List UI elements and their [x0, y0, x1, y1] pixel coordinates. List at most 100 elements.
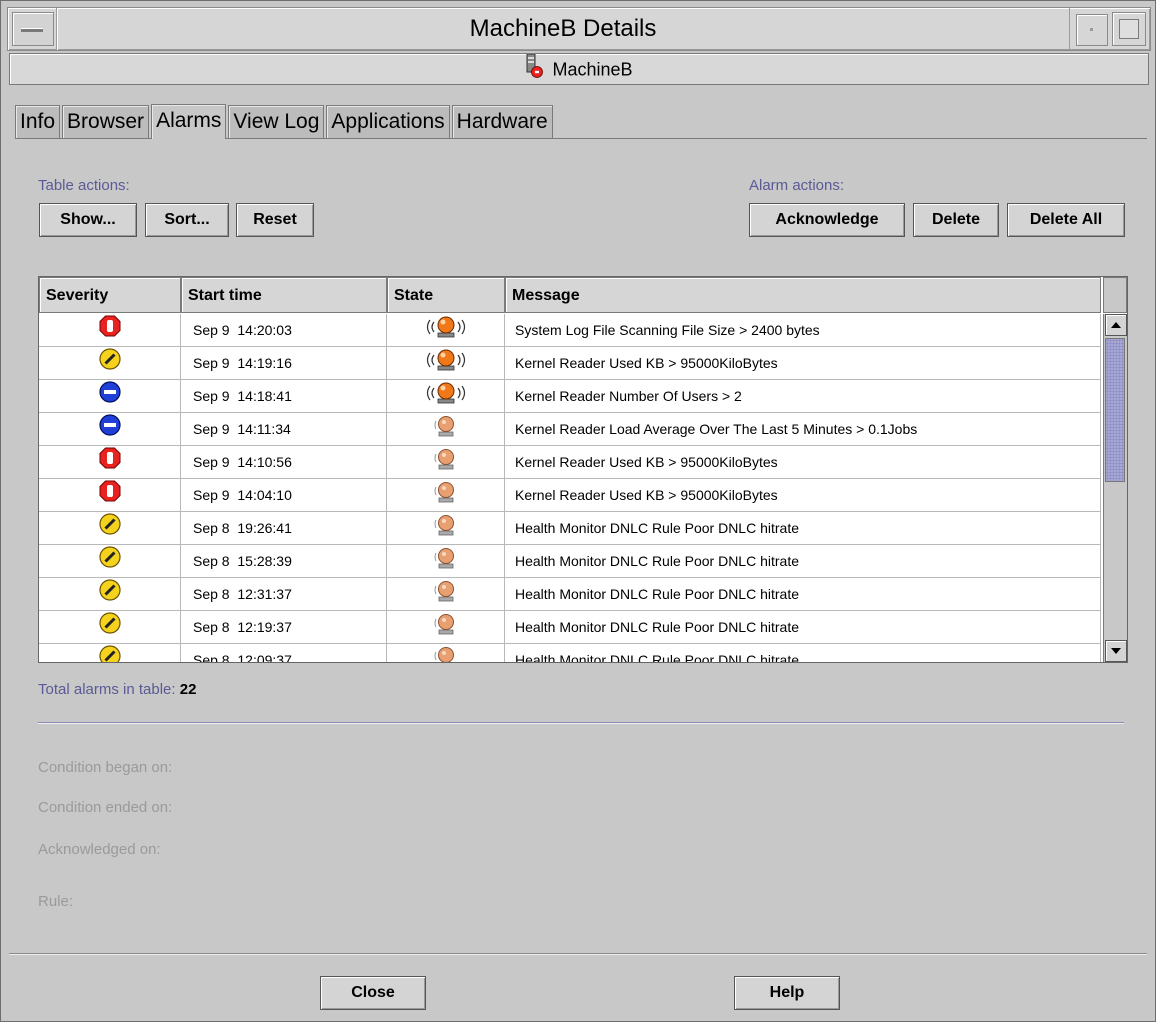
window-menu-icon — [21, 28, 43, 32]
table-row[interactable]: Sep 9 14:04:10 Kernel Reader Used KB > 95… — [39, 479, 1101, 512]
state-closed-icon — [431, 512, 461, 545]
table-row[interactable]: Sep 9 14:18:41 Kernel Reader Number Of Us… — [39, 380, 1101, 413]
reset-button[interactable]: Reset — [236, 203, 314, 237]
severity-alert-icon — [98, 347, 122, 380]
state-cell — [387, 446, 505, 479]
state-closed-icon — [431, 611, 461, 644]
scroll-thumb[interactable] — [1105, 338, 1125, 482]
start-time-cell: Sep 9 14:04:10 — [181, 479, 387, 512]
state-closed-icon — [431, 479, 461, 512]
column-header-severity[interactable]: Severity — [39, 277, 181, 313]
message-cell: Health Monitor DNLC Rule Poor DNLC hitra… — [505, 512, 1101, 545]
maximize-icon — [1119, 19, 1139, 39]
acknowledge-button[interactable]: Acknowledge — [749, 203, 905, 237]
message-cell: System Log File Scanning File Size > 240… — [505, 314, 1101, 347]
sort-button[interactable]: Sort... — [145, 203, 229, 237]
table-header: Severity Start time State Message — [39, 277, 1101, 313]
footer-divider — [9, 953, 1147, 955]
delete-button[interactable]: Delete — [913, 203, 999, 237]
condition-began-label: Condition began on: — [38, 759, 173, 776]
table-row[interactable]: Sep 9 14:11:34 Kernel Reader Load Average… — [39, 413, 1101, 446]
start-time-cell: Sep 9 14:11:34 — [181, 413, 387, 446]
message-cell: Health Monitor DNLC Rule Poor DNLC hitra… — [505, 545, 1101, 578]
message-cell: Kernel Reader Used KB > 95000KiloBytes — [505, 446, 1101, 479]
state-cell — [387, 413, 505, 446]
start-time-cell: Sep 8 12:09:37 — [181, 644, 387, 662]
server-alarm-icon — [525, 53, 544, 87]
severity-cell — [39, 644, 181, 662]
alarms-table[interactable]: Severity Start time State Message Sep 9 … — [38, 276, 1128, 663]
state-cell — [387, 380, 505, 413]
maximize-button[interactable] — [1112, 12, 1146, 46]
alarm-actions-label: Alarm actions: — [749, 177, 845, 194]
state-cell — [387, 479, 505, 512]
table-corner — [1103, 277, 1127, 313]
tab-applications[interactable]: Applications — [326, 105, 450, 138]
window-frame: MachineB Details MachineB Info Browser A… — [0, 0, 1156, 1022]
table-row[interactable]: Sep 9 14:19:16 Kernel Reader Used KB > 95… — [39, 347, 1101, 380]
column-header-start-time[interactable]: Start time — [181, 277, 387, 313]
message-cell: Kernel Reader Used KB > 95000KiloBytes — [505, 479, 1101, 512]
total-alarms-label: Total alarms in table: — [38, 681, 176, 698]
table-row[interactable]: Sep 8 12:19:37 Health Monitor DNLC Rule P… — [39, 611, 1101, 644]
state-closed-icon — [431, 578, 461, 611]
tab-bar: Info Browser Alarms View Log Application… — [15, 104, 555, 139]
help-button[interactable]: Help — [734, 976, 840, 1010]
table-row[interactable]: Sep 8 12:09:37 Health Monitor DNLC Rule P… — [39, 644, 1101, 662]
message-cell: Health Monitor DNLC Rule Poor DNLC hitra… — [505, 578, 1101, 611]
tab-info[interactable]: Info — [15, 105, 61, 138]
state-cell — [387, 512, 505, 545]
state-cell — [387, 347, 505, 380]
state-open-icon — [418, 347, 474, 380]
table-row[interactable]: Sep 8 12:31:37 Health Monitor DNLC Rule P… — [39, 578, 1101, 611]
close-button[interactable]: Close — [320, 976, 426, 1010]
message-cell: Kernel Reader Used KB > 95000KiloBytes — [505, 347, 1101, 380]
severity-cell — [39, 578, 181, 611]
start-time-cell: Sep 9 14:19:16 — [181, 347, 387, 380]
acknowledged-label: Acknowledged on: — [38, 841, 161, 858]
state-closed-icon — [431, 446, 461, 479]
tab-alarms[interactable]: Alarms — [151, 104, 227, 139]
tab-hardware[interactable]: Hardware — [451, 105, 553, 138]
table-row[interactable]: Sep 8 19:26:41 Health Monitor DNLC Rule P… — [39, 512, 1101, 545]
total-alarms: Total alarms in table: 22 — [38, 681, 196, 698]
state-cell — [387, 578, 505, 611]
column-header-message[interactable]: Message — [505, 277, 1101, 313]
severity-alert-icon — [98, 512, 122, 545]
tab-view-log[interactable]: View Log — [228, 105, 325, 138]
rule-label: Rule: — [38, 893, 74, 910]
window-title: MachineB Details — [56, 8, 1070, 50]
severity-alert-icon — [98, 578, 122, 611]
column-header-state[interactable]: State — [387, 277, 505, 313]
state-open-icon — [418, 314, 474, 347]
severity-critical-icon — [98, 479, 122, 512]
table-row[interactable]: Sep 8 15:28:39 Health Monitor DNLC Rule P… — [39, 545, 1101, 578]
delete-all-button[interactable]: Delete All — [1007, 203, 1125, 237]
start-time-cell: Sep 9 14:18:41 — [181, 380, 387, 413]
message-cell: Kernel Reader Load Average Over The Last… — [505, 413, 1101, 446]
start-time-cell: Sep 8 19:26:41 — [181, 512, 387, 545]
message-cell: Health Monitor DNLC Rule Poor DNLC hitra… — [505, 644, 1101, 662]
show-button[interactable]: Show... — [39, 203, 137, 237]
condition-ended-label: Condition ended on: — [38, 799, 173, 816]
severity-cell — [39, 479, 181, 512]
state-cell — [387, 644, 505, 662]
severity-cell — [39, 611, 181, 644]
start-time-cell: Sep 9 14:20:03 — [181, 314, 387, 347]
table-row[interactable]: Sep 9 14:10:56 Kernel Reader Used KB > 95… — [39, 446, 1101, 479]
state-cell — [387, 314, 505, 347]
severity-alert-icon — [98, 644, 122, 662]
severity-caution-icon — [98, 413, 122, 446]
vertical-scrollbar[interactable] — [1103, 314, 1127, 662]
window-menu-button[interactable] — [12, 12, 54, 46]
host-name: MachineB — [552, 59, 633, 80]
tab-browser[interactable]: Browser — [62, 105, 150, 138]
severity-cell — [39, 413, 181, 446]
scroll-down-button[interactable] — [1105, 640, 1127, 662]
state-closed-icon — [431, 545, 461, 578]
minimize-button[interactable] — [1076, 14, 1108, 46]
severity-critical-icon — [98, 314, 122, 347]
scroll-up-button[interactable] — [1105, 314, 1127, 336]
table-row[interactable]: Sep 9 14:20:03 System Log File Scanning F… — [39, 314, 1101, 347]
title-bar[interactable]: MachineB Details — [7, 7, 1151, 51]
